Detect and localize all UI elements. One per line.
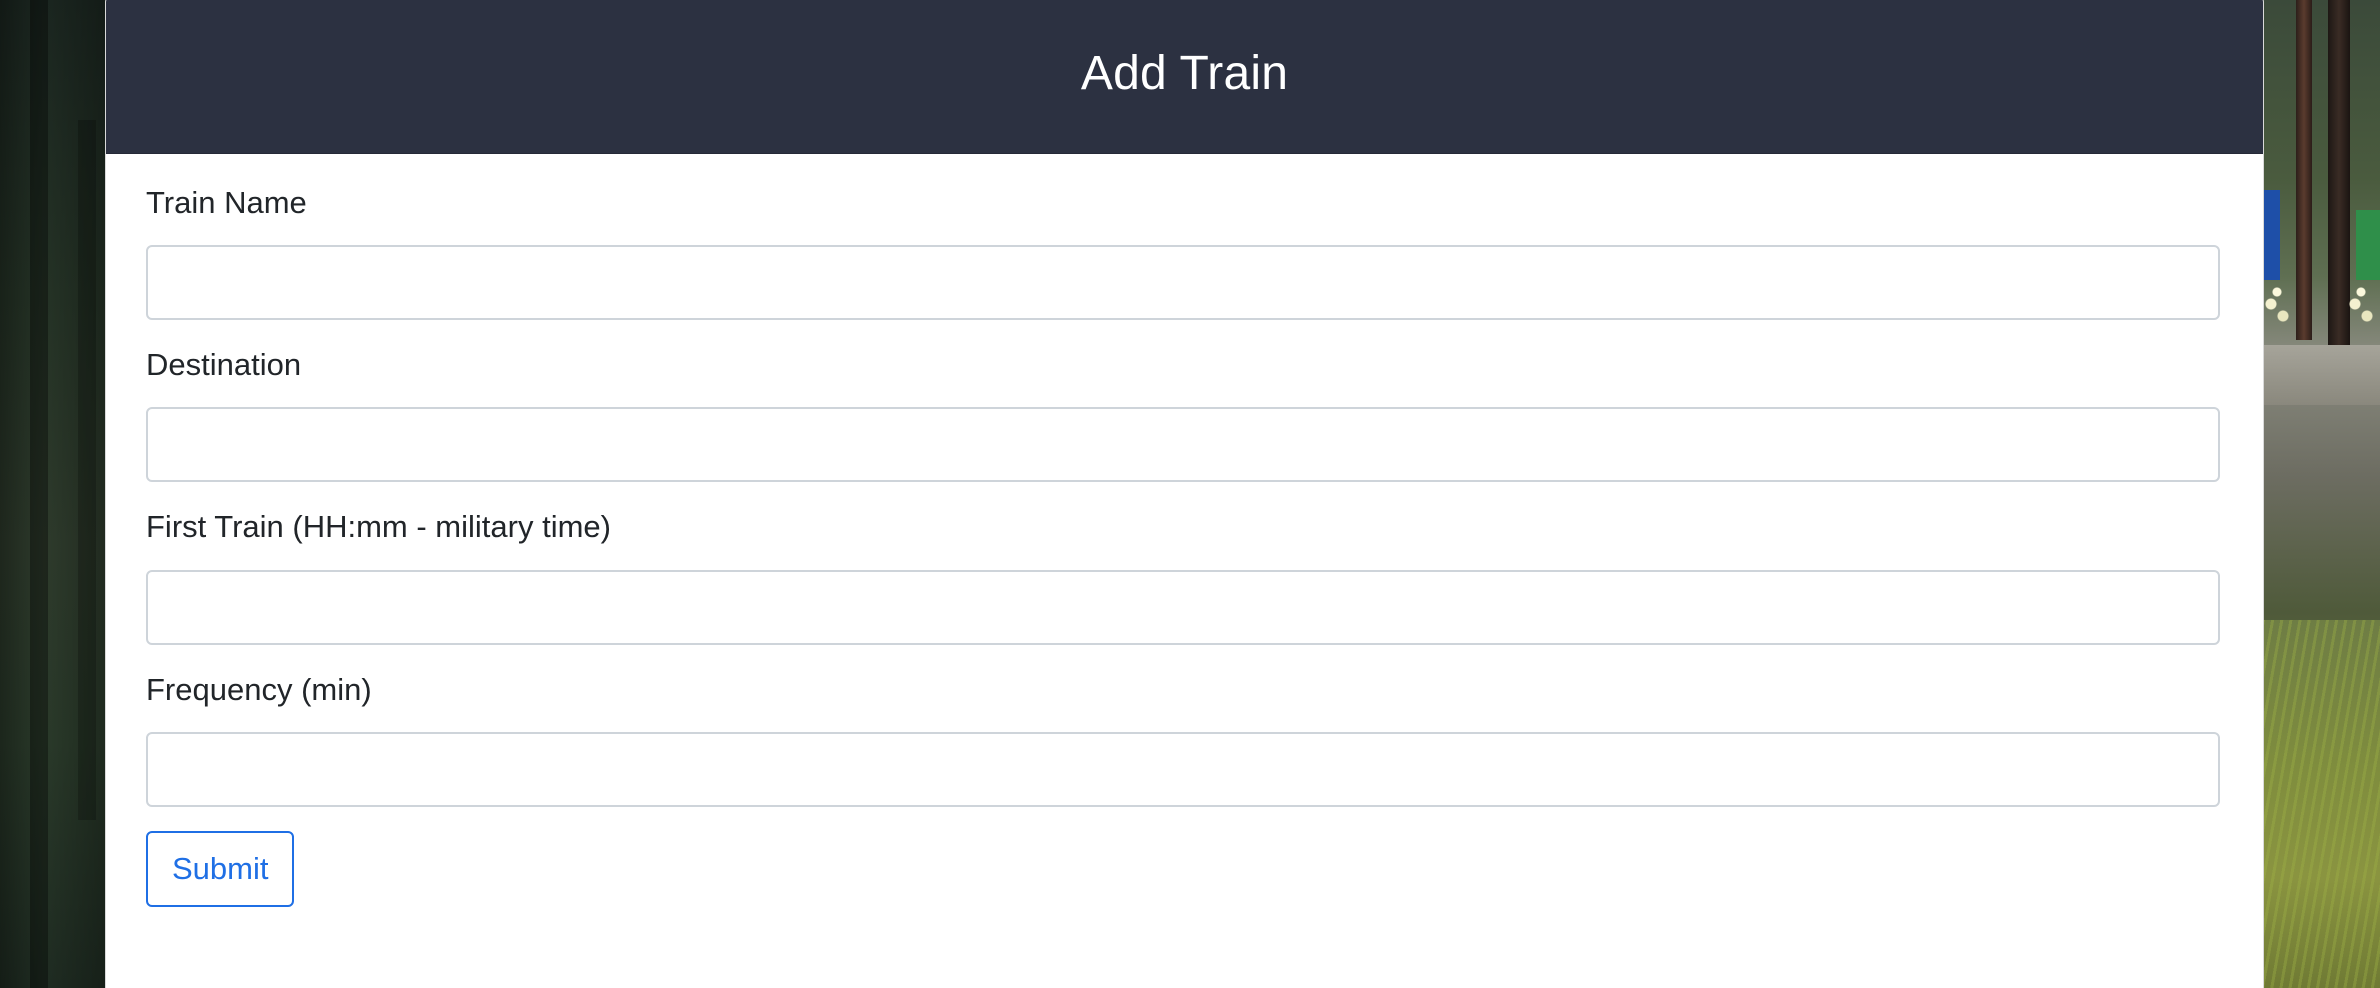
train-name-input[interactable] [146,245,2220,321]
destination-label: Destination [146,347,302,383]
station-platform [2262,345,2380,405]
first-train-input[interactable] [146,569,2220,645]
destination-group: Destination [146,346,2223,483]
station-sign-green [2356,210,2380,280]
grass [2262,620,2380,988]
train-name-label: Train Name [146,185,307,220]
frequency-group: Frequency (min) [146,671,2223,807]
destination-input[interactable] [146,407,2220,483]
card-title: Add Train [1080,47,1289,100]
utility-pole [2296,0,2312,340]
train-name-group: Train Name [146,184,2223,321]
flowers [2262,280,2292,340]
add-train-form: Train Name Destination First Train (HH:m… [106,154,2263,907]
first-train-label: First Train (HH:mm - military time) [146,509,611,545]
frequency-input[interactable] [146,731,2220,807]
card-header: Add Train [106,0,2263,154]
submit-button[interactable]: Submit [146,830,295,907]
first-train-group: First Train (HH:mm - military time) [146,508,2223,645]
frequency-label: Frequency (min) [146,671,372,707]
station-sign-blue [2262,190,2280,280]
add-train-card: Add Train Train Name Destination First T… [105,0,2264,988]
background-left-foliage [0,0,110,988]
tree-trunk-shadow [30,0,48,988]
flowers [2346,280,2376,340]
tree-trunk-shadow [78,120,96,820]
